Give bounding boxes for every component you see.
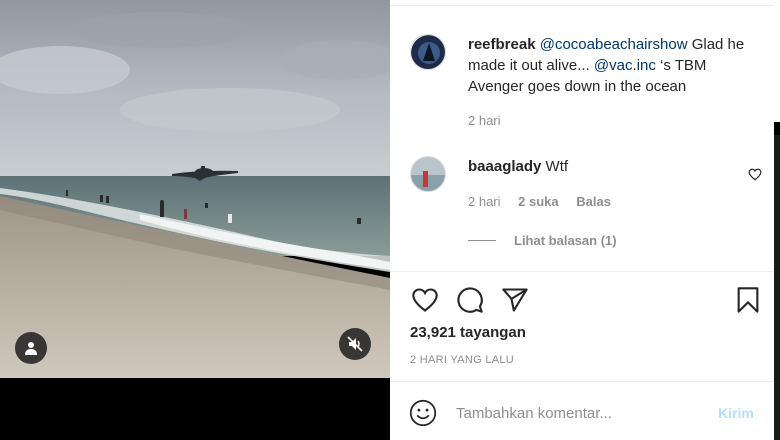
caption-meta: 2 hari <box>468 113 515 128</box>
user-tag-icon <box>25 342 37 355</box>
comment-item: baaaglady Wtf 2 hari 2 suka Balas <box>410 156 770 216</box>
comment-reply-button[interactable]: Balas <box>576 194 611 209</box>
comment-content: Wtf <box>545 158 569 175</box>
smiley-icon <box>409 399 437 427</box>
comment-meta: 2 hari 2 suka Balas <box>468 194 625 209</box>
share-button[interactable] <box>500 285 530 315</box>
view-replies-label: Lihat balasan (1) <box>514 233 617 248</box>
like-button[interactable] <box>410 285 440 315</box>
caption-mention-vac[interactable]: @vac.inc <box>594 57 656 74</box>
caption-text: reefbreak @cocoabeachairshow Glad he mad… <box>468 34 758 97</box>
video-letterbox <box>0 378 390 440</box>
comment-bubble-icon <box>457 287 483 313</box>
window-edge-light <box>774 0 780 122</box>
user-tag-button[interactable] <box>15 332 47 364</box>
caption-mention-airshow[interactable]: @cocoabeachairshow <box>540 36 688 53</box>
heart-icon <box>412 288 438 312</box>
window-edge <box>774 0 780 440</box>
caption-username[interactable]: reefbreak <box>468 36 536 53</box>
comment-button[interactable] <box>455 285 485 315</box>
post-comment-button[interactable]: Kirim <box>718 405 754 421</box>
window-edge-dark <box>774 135 780 440</box>
comment-like-button[interactable] <box>748 168 762 186</box>
panel-header-divider <box>390 0 780 6</box>
post-date[interactable]: 2 HARI YANG LALU <box>410 354 514 366</box>
comment-input[interactable] <box>456 398 696 428</box>
caption-timestamp[interactable]: 2 hari <box>468 113 501 128</box>
caption-avatar[interactable] <box>410 34 446 70</box>
actions-divider <box>390 271 780 272</box>
comment-timestamp[interactable]: 2 hari <box>468 194 501 209</box>
avatar-image <box>411 157 445 191</box>
post-actions-bar <box>410 285 760 315</box>
paper-plane-icon <box>502 288 528 312</box>
caption-comment: reefbreak @cocoabeachairshow Glad he mad… <box>410 34 770 134</box>
post-video[interactable] <box>0 0 390 440</box>
comment-avatar[interactable] <box>410 156 446 192</box>
replies-divider <box>468 240 496 241</box>
avatar-image <box>411 35 445 69</box>
save-button[interactable] <box>733 285 763 315</box>
beach-video-frame <box>0 0 390 378</box>
comment-likes-count[interactable]: 2 suka <box>518 194 558 209</box>
view-replies-button[interactable]: Lihat balasan (1) <box>468 233 617 248</box>
views-count[interactable]: 23,921 tayangan <box>410 324 526 341</box>
heart-icon <box>748 168 762 181</box>
speaker-muted-icon <box>347 336 363 352</box>
mute-toggle-button[interactable] <box>339 328 371 360</box>
bookmark-icon <box>737 287 759 313</box>
comment-text: baaaglady Wtf <box>468 156 758 177</box>
emoji-button[interactable] <box>408 398 438 428</box>
add-comment-bar: Kirim <box>390 381 780 440</box>
post-details-panel: reefbreak @cocoabeachairshow Glad he mad… <box>390 0 780 440</box>
comment-username[interactable]: baaaglady <box>468 158 541 175</box>
